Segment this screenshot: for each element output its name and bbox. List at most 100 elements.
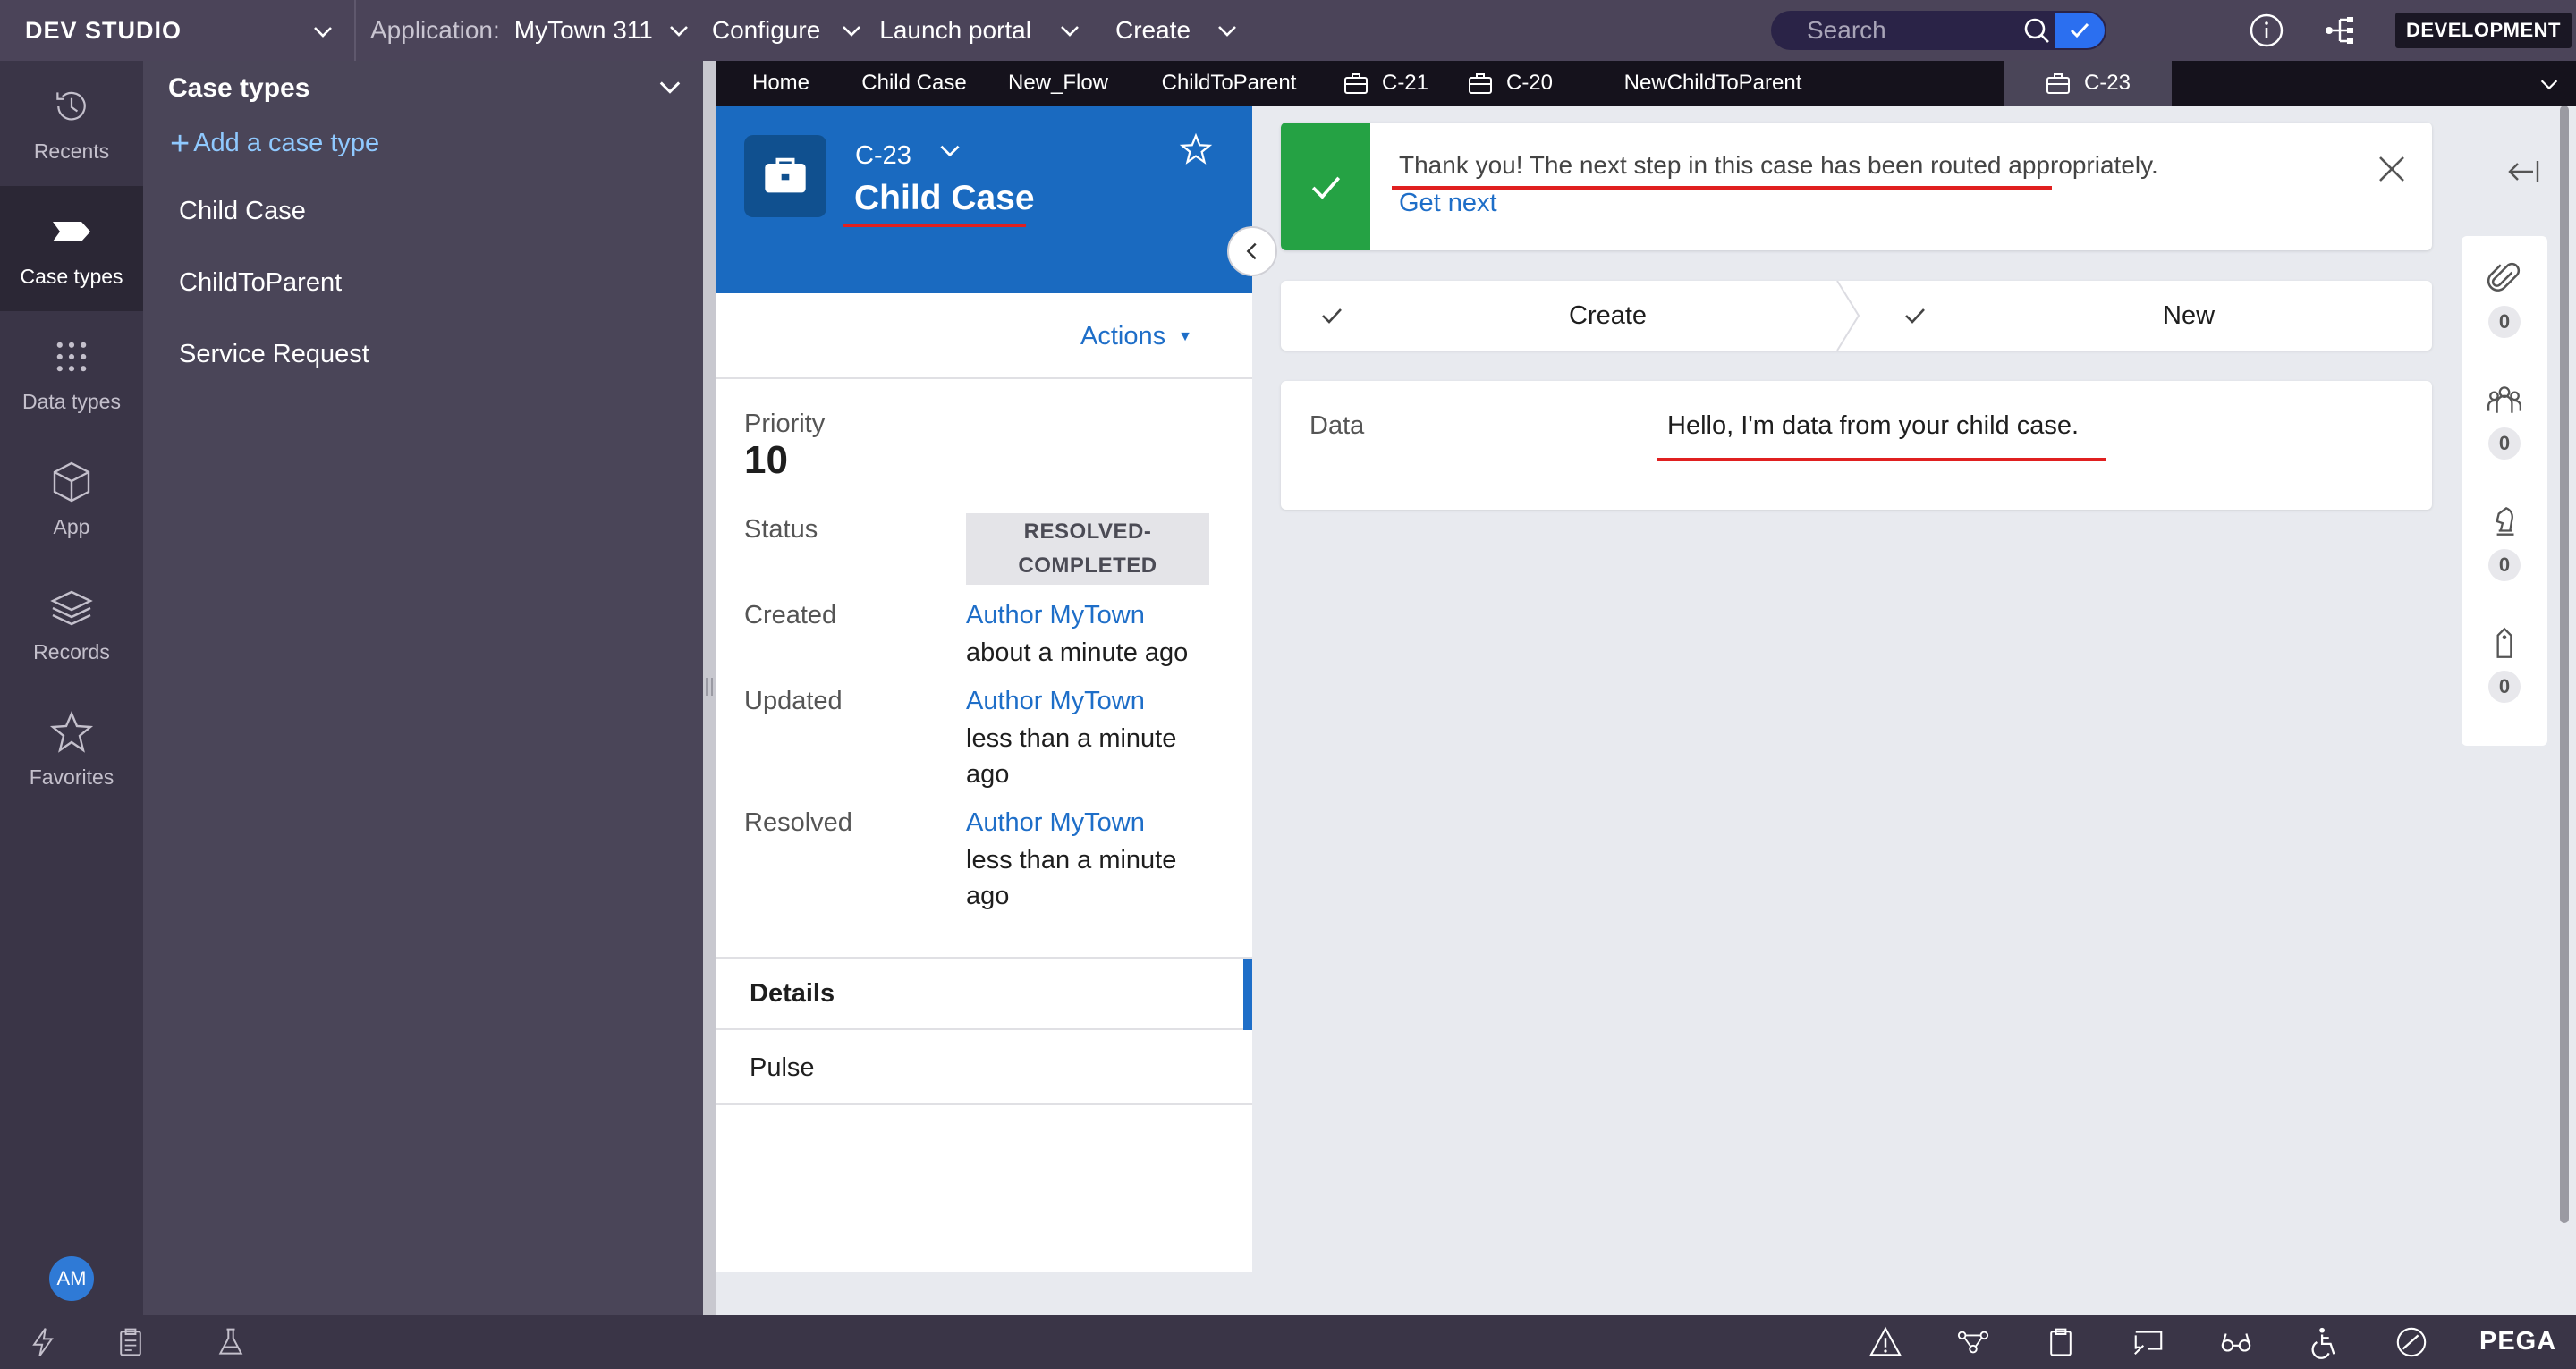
tags-widget[interactable]: 0 bbox=[2462, 601, 2547, 723]
search-icon[interactable] bbox=[2017, 11, 2056, 50]
attachments-widget[interactable]: 0 bbox=[2462, 236, 2547, 358]
tab-home[interactable]: Home bbox=[728, 61, 834, 106]
nav-label: Favorites bbox=[29, 765, 114, 789]
launch-portal-menu[interactable]: Launch portal bbox=[879, 0, 1083, 61]
studio-switcher[interactable]: DEV STUDIO bbox=[0, 0, 356, 61]
add-case-type-link[interactable]: + Add a case type bbox=[170, 124, 380, 163]
close-icon[interactable] bbox=[2374, 151, 2410, 187]
tab-child-case[interactable]: Child Case bbox=[860, 61, 968, 106]
clipboard-icon[interactable] bbox=[113, 1324, 148, 1360]
stage-create[interactable]: Create bbox=[1281, 281, 1835, 351]
chevron-down-icon[interactable] bbox=[936, 136, 964, 165]
briefcase-icon bbox=[2045, 70, 2072, 97]
followers-widget[interactable]: 0 bbox=[2462, 358, 2547, 479]
stage-new[interactable]: New bbox=[1862, 281, 2432, 351]
chess-knight-icon bbox=[2486, 503, 2523, 540]
chevron-down-icon[interactable] bbox=[655, 72, 685, 102]
warning-icon[interactable] bbox=[1868, 1324, 1903, 1360]
performance-gauge-icon[interactable] bbox=[2394, 1324, 2429, 1360]
tab-label: Child Case bbox=[861, 71, 967, 95]
chevron-down-icon bbox=[309, 18, 336, 45]
tab-details[interactable]: Details bbox=[716, 957, 1252, 1030]
tab-c-23[interactable]: C-23 bbox=[2004, 61, 2172, 106]
tab-label: Pulse bbox=[750, 1052, 815, 1082]
search-scope-check-icon[interactable] bbox=[2055, 13, 2105, 48]
tab-label: Details bbox=[750, 978, 835, 1008]
case-types-icon bbox=[49, 209, 94, 254]
success-message: Thank you! The next step in this case ha… bbox=[1399, 151, 2158, 179]
chevron-down-icon bbox=[838, 17, 865, 44]
chevron-down-icon bbox=[665, 17, 692, 44]
tab-label: NewChildToParent bbox=[1623, 71, 1802, 95]
nav-item-records[interactable]: Records bbox=[0, 562, 143, 687]
flask-icon[interactable] bbox=[213, 1324, 249, 1360]
plus-icon: + bbox=[170, 124, 191, 163]
glasses-icon[interactable] bbox=[2218, 1324, 2254, 1360]
nav-item-data-types[interactable]: Data types bbox=[0, 311, 143, 436]
tab-label: C-20 bbox=[1505, 71, 1554, 95]
nav-label: App bbox=[53, 514, 90, 538]
created-by-link[interactable]: Author MyTown bbox=[966, 601, 1145, 630]
resolved-by-link[interactable]: Author MyTown bbox=[966, 808, 1145, 838]
collapse-panel-button[interactable] bbox=[1227, 226, 1277, 276]
updated-by-link[interactable]: Author MyTown bbox=[966, 687, 1145, 716]
get-next-link[interactable]: Get next bbox=[1399, 189, 1497, 218]
case-type-service-request[interactable]: Service Request bbox=[179, 340, 369, 369]
people-icon bbox=[2486, 381, 2523, 418]
collapse-right-panel-icon[interactable] bbox=[2506, 154, 2542, 190]
resolved-label: Resolved bbox=[744, 808, 852, 837]
lightning-icon[interactable] bbox=[25, 1324, 61, 1360]
accessibility-icon[interactable] bbox=[2306, 1324, 2342, 1360]
briefcase-icon bbox=[744, 135, 826, 217]
tab-childtoparent[interactable]: ChildToParent bbox=[1148, 61, 1309, 106]
clipboard-icon[interactable] bbox=[2043, 1324, 2079, 1360]
pega-logo: PEGA bbox=[2479, 1327, 2557, 1356]
case-type-child-case[interactable]: Child Case bbox=[179, 197, 306, 226]
tab-c-21[interactable]: C-21 bbox=[1333, 61, 1438, 106]
nav-item-case-types[interactable]: Case types bbox=[0, 186, 143, 311]
count-badge: 0 bbox=[2488, 671, 2521, 703]
studio-name: DEV STUDIO bbox=[25, 16, 182, 44]
search-box[interactable]: Search bbox=[1771, 11, 2106, 50]
tab-new-flow[interactable]: New_Flow bbox=[1000, 61, 1116, 106]
case-type-childtoparent[interactable]: ChildToParent bbox=[179, 268, 342, 298]
live-ui-icon[interactable] bbox=[2131, 1324, 2166, 1360]
page-scrollbar[interactable] bbox=[2560, 106, 2569, 1223]
create-menu[interactable]: Create bbox=[1115, 0, 1241, 61]
resolved-when: less than a minute ago bbox=[966, 846, 1177, 910]
avatar[interactable]: AM bbox=[49, 1256, 94, 1301]
stakeholders-widget[interactable]: 0 bbox=[2462, 479, 2547, 601]
search-input[interactable]: Search bbox=[1807, 16, 2017, 45]
application-menu[interactable]: Application: MyTown 311 bbox=[370, 0, 692, 61]
tab-newchildtoparent[interactable]: NewChildToParent bbox=[1610, 61, 1816, 106]
app-explorer-tree-icon[interactable] bbox=[2322, 13, 2358, 48]
case-header: C-23 Child Case bbox=[716, 106, 1252, 293]
tracer-icon[interactable] bbox=[1955, 1324, 1991, 1360]
create-label: Create bbox=[1114, 16, 1191, 44]
nav-item-favorites[interactable]: Favorites bbox=[0, 687, 143, 812]
configure-menu[interactable]: Configure bbox=[712, 0, 865, 61]
layers-icon bbox=[49, 585, 94, 630]
chevron-down-icon bbox=[1056, 17, 1083, 44]
grip-icon bbox=[706, 678, 713, 696]
utility-rail: 0 0 0 0 bbox=[2462, 236, 2547, 746]
tab-c-20[interactable]: C-20 bbox=[1456, 61, 1563, 106]
success-check-icon bbox=[1281, 123, 1370, 250]
case-types-explorer: Case types + Add a case type Child Case … bbox=[143, 61, 703, 1315]
chevron-down-icon[interactable] bbox=[2537, 72, 2562, 97]
application-label: Application: bbox=[370, 16, 500, 44]
tab-pulse[interactable]: Pulse bbox=[716, 1032, 1252, 1105]
top-bar: DEV STUDIO Application: MyTown 311 Confi… bbox=[0, 0, 2576, 61]
favorite-star-icon[interactable] bbox=[1179, 132, 1213, 166]
status-badge: RESOLVED- COMPLETED bbox=[966, 513, 1209, 585]
add-case-type-label: Add a case type bbox=[193, 129, 380, 157]
info-icon[interactable] bbox=[2249, 13, 2284, 48]
nav-item-recents[interactable]: Recents bbox=[0, 61, 143, 186]
panel-resize-handle[interactable] bbox=[703, 61, 716, 1315]
caret-down-icon: ▼ bbox=[1178, 328, 1192, 344]
nav-label: Data types bbox=[22, 389, 121, 413]
grid-dots-icon bbox=[49, 334, 94, 379]
tab-label: ChildToParent bbox=[1161, 71, 1297, 95]
nav-item-app[interactable]: App bbox=[0, 436, 143, 562]
actions-button[interactable]: Actions ▼ bbox=[1080, 322, 1192, 351]
